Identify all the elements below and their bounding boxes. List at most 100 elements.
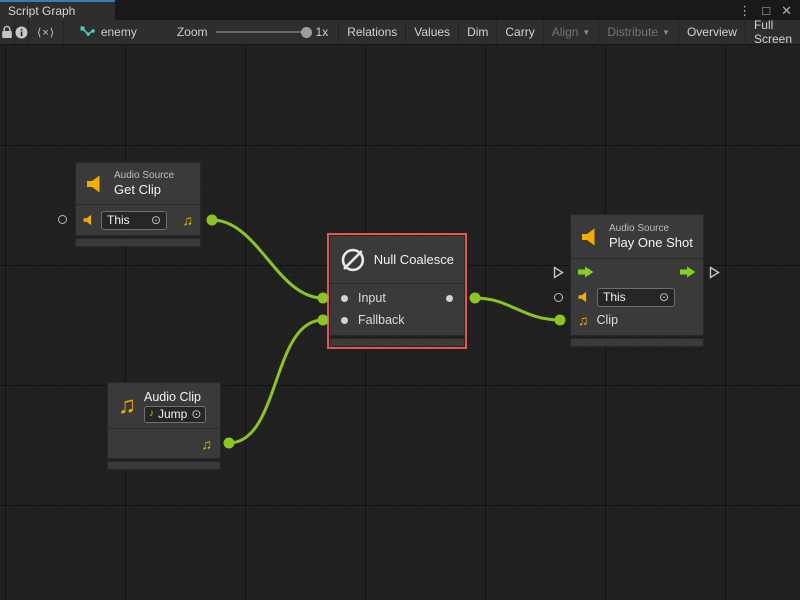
chevron-down-icon: ▼ xyxy=(662,28,670,37)
node-title: Play One Shot xyxy=(609,235,693,251)
audio-clip-output-port[interactable]: ♫ xyxy=(202,437,213,451)
distribute-dropdown-button[interactable]: Distribute ▼ xyxy=(599,20,679,44)
node-audio-clip-body: ♫ xyxy=(108,429,220,458)
zoom-control: Zoom 1x xyxy=(151,20,339,44)
target-field[interactable]: This ⊙ xyxy=(597,288,675,307)
clip-row: ♫ Clip xyxy=(571,309,703,331)
node-get-clip-header: Audio Source Get Clip xyxy=(76,163,200,205)
info-button[interactable] xyxy=(15,20,30,44)
chevron-down-icon: ▼ xyxy=(582,28,590,37)
flow-row xyxy=(571,259,703,285)
target-row: This ⊙ xyxy=(571,285,703,309)
node-footer xyxy=(107,461,221,470)
fallback-port-label: Fallback xyxy=(358,313,405,327)
audio-source-icon xyxy=(86,174,106,194)
align-dropdown-button[interactable]: Align ▼ xyxy=(544,20,600,44)
wire-endpoint[interactable] xyxy=(318,315,329,326)
toolbar-buttons: Relations Values Dim Carry Align ▼ Distr… xyxy=(339,20,800,44)
node-subtitle: Audio Source xyxy=(609,222,693,235)
wire-endpoint[interactable] xyxy=(207,215,218,226)
graph-toolbar: ⟨×⟩ enemy Zoom 1x Relations Values Dim C… xyxy=(0,20,800,45)
code-icon: ⟨×⟩ xyxy=(37,26,55,39)
node-title: Audio Clip xyxy=(144,389,206,405)
audio-clip-output-port[interactable]: ♫ xyxy=(183,213,194,227)
lock-icon xyxy=(1,25,13,39)
overview-button[interactable]: Overview xyxy=(679,20,746,44)
wire-audioclip-to-fallback[interactable] xyxy=(229,320,323,443)
carry-button[interactable]: Carry xyxy=(497,20,543,44)
fallback-port[interactable] xyxy=(341,317,348,324)
null-fallback-row: Fallback xyxy=(330,309,464,331)
tab-bar-spacer xyxy=(115,0,738,20)
note-icon: ♫ xyxy=(578,313,589,327)
node-null-coalesce[interactable]: Null Coalesce Input Fallback xyxy=(329,235,465,347)
window-controls: ⋮ □ ✕ xyxy=(738,0,800,20)
node-audio-clip[interactable]: ♫ Audio Clip ♪ Jump ⊙ ♫ xyxy=(107,382,221,470)
flow-output-port[interactable] xyxy=(709,266,720,279)
maximize-icon[interactable]: □ xyxy=(762,4,770,17)
dim-button[interactable]: Dim xyxy=(459,20,497,44)
wire-output-to-clip[interactable] xyxy=(475,298,560,320)
wire-endpoint[interactable] xyxy=(470,293,481,304)
node-footer xyxy=(570,338,704,347)
relations-button[interactable]: Relations xyxy=(339,20,406,44)
wire-endpoint[interactable] xyxy=(318,293,329,304)
kebab-menu-icon[interactable]: ⋮ xyxy=(738,4,751,17)
null-coalesce-icon xyxy=(340,247,366,273)
graph-reference[interactable]: enemy xyxy=(64,20,151,44)
target-dot-icon: ⊙ xyxy=(191,408,201,420)
audio-source-icon xyxy=(581,227,601,247)
tab-bar: Script Graph ⋮ □ ✕ xyxy=(0,0,800,20)
node-title: Null Coalesce xyxy=(374,252,454,268)
lock-button[interactable] xyxy=(0,20,15,44)
tab-label: Script Graph xyxy=(8,4,75,18)
values-button[interactable]: Values xyxy=(406,20,459,44)
output-port[interactable] xyxy=(446,295,453,302)
wire-endpoint[interactable] xyxy=(224,438,235,449)
zoom-slider[interactable] xyxy=(216,31,308,33)
get-clip-target-input-port[interactable] xyxy=(58,215,67,224)
clip-port-label: Clip xyxy=(597,313,619,327)
flow-input-arrow-icon[interactable] xyxy=(578,266,594,278)
target-dot-icon: ⊙ xyxy=(659,291,669,303)
graph-name: enemy xyxy=(101,25,137,39)
tab-script-graph[interactable]: Script Graph xyxy=(0,0,115,20)
target-input-port[interactable] xyxy=(554,293,563,302)
note-icon: ♪ xyxy=(149,409,154,419)
graph-canvas[interactable]: Audio Source Get Clip This ⊙ ♫ xyxy=(0,45,800,600)
audio-source-icon xyxy=(83,214,95,226)
target-value: This xyxy=(603,290,626,304)
input-port[interactable] xyxy=(341,295,348,302)
node-subtitle: Audio Source xyxy=(114,169,174,182)
node-get-clip[interactable]: Audio Source Get Clip This ⊙ ♫ xyxy=(75,162,201,247)
wire-getclip-to-input[interactable] xyxy=(212,220,323,298)
wire-endpoint[interactable] xyxy=(555,315,566,326)
flow-output-arrow-icon[interactable] xyxy=(680,266,696,278)
audio-clip-icon: ♫ xyxy=(118,394,136,418)
node-audio-clip-header: ♫ Audio Clip ♪ Jump ⊙ xyxy=(108,383,220,429)
code-view-button[interactable]: ⟨×⟩ xyxy=(29,20,63,44)
flow-input-port[interactable] xyxy=(553,266,564,279)
fullscreen-button[interactable]: Full Screen xyxy=(746,20,800,44)
zoom-label: Zoom xyxy=(177,25,208,39)
null-input-row: Input xyxy=(330,287,464,309)
input-port-label: Input xyxy=(358,291,386,305)
target-dot-icon: ⊙ xyxy=(151,214,161,226)
script-graph-window: Script Graph ⋮ □ ✕ ⟨×⟩ xyxy=(0,0,800,600)
node-null-coalesce-header: Null Coalesce xyxy=(330,236,464,284)
node-title: Get Clip xyxy=(114,182,174,198)
target-value: This xyxy=(107,213,130,227)
audio-clip-value: Jump xyxy=(158,407,187,421)
close-icon[interactable]: ✕ xyxy=(781,4,792,17)
node-play-one-shot[interactable]: Audio Source Play One Shot xyxy=(570,214,704,347)
zoom-value: 1x xyxy=(316,25,329,39)
graph-icon xyxy=(80,26,95,39)
zoom-slider-handle[interactable] xyxy=(301,27,312,38)
audio-clip-value-field[interactable]: ♪ Jump ⊙ xyxy=(144,406,206,423)
audio-source-icon xyxy=(578,291,590,303)
target-field[interactable]: This ⊙ xyxy=(101,211,167,230)
node-footer xyxy=(75,238,201,247)
node-get-clip-body: This ⊙ ♫ xyxy=(76,205,200,235)
node-play-one-shot-header: Audio Source Play One Shot xyxy=(571,215,703,259)
info-icon xyxy=(15,26,28,39)
